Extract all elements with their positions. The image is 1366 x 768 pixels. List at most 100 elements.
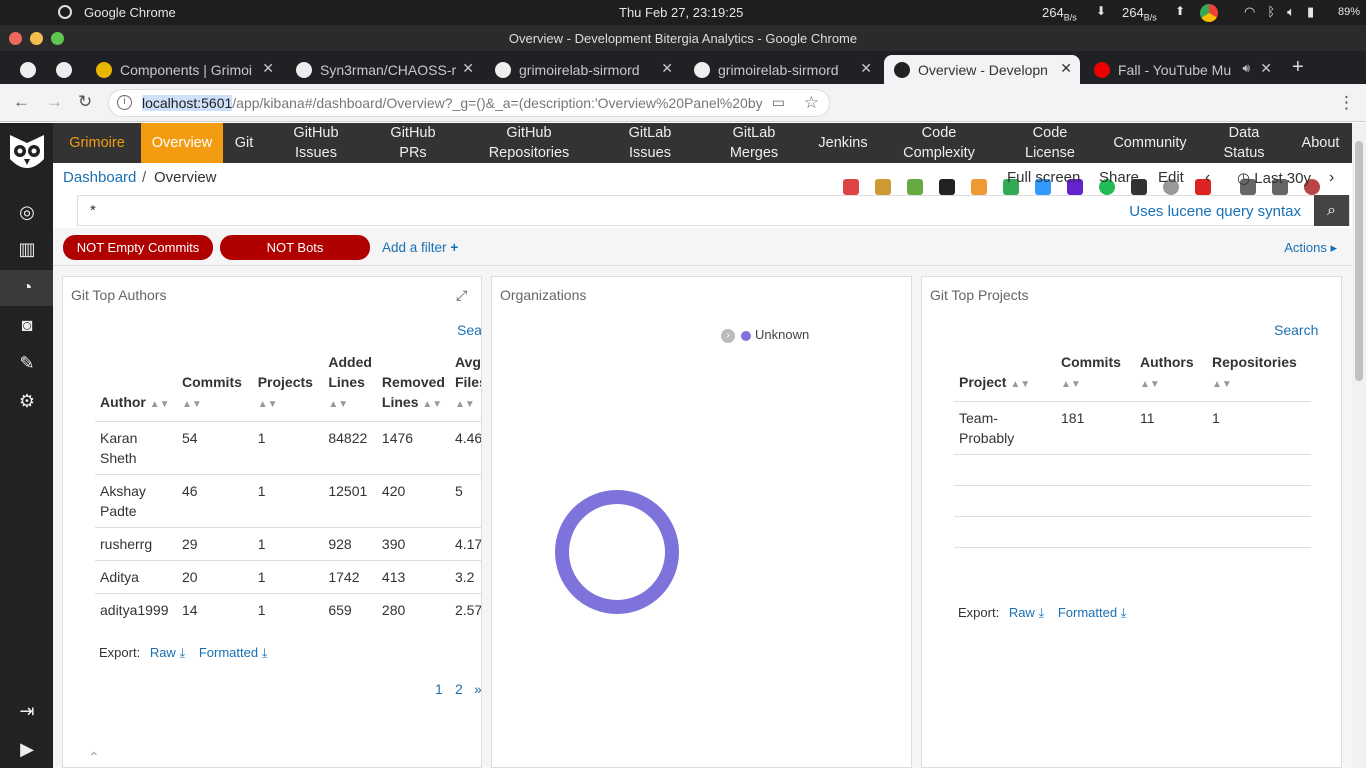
time-back-icon[interactable]: ‹ [1205,169,1210,187]
browser-menu-icon[interactable]: ⋮ [1338,93,1355,113]
menu-item-github-repositories[interactable]: GitHub Repositories [459,123,599,163]
menu-item-overview[interactable]: Overview [141,123,223,163]
export-formatted-link[interactable]: Formatted ⤓ [199,645,268,660]
menu-item-data-status[interactable]: Data Status [1199,123,1289,163]
tab-sirmordred-2[interactable]: grimoirelab-sirmord ✕ [684,55,880,84]
tab-sirmordred-1[interactable]: grimoirelab-sirmord ✕ [485,55,681,84]
export-formatted-link[interactable]: Formatted ⤓ [1058,605,1127,620]
column-header-repositories[interactable]: Repositories ▲▼ [1207,352,1311,402]
table-search-link[interactable]: Search [1274,322,1318,338]
legend-toggle-icon[interactable]: › [721,329,735,343]
column-header-authors[interactable]: Authors ▲▼ [1135,352,1207,402]
search-button[interactable]: ⌕ [1314,195,1349,226]
author-cell[interactable]: aditya1999 [95,594,177,627]
column-header-projects[interactable]: Projects ▲▼ [252,352,324,422]
tab-youtube[interactable]: Fall - YouTube Mu 🔊︎ ✕ [1084,55,1280,84]
close-tab-icon[interactable]: ✕ [1060,60,1072,77]
grimoire-owl-logo[interactable] [6,129,48,179]
dashboard-icon[interactable]: ◔ [17,277,37,297]
menu-item-jenkins[interactable]: Jenkins [807,123,879,163]
column-header-avg-files[interactable]: Avg. Files▲▼ [449,352,481,422]
visualize-icon[interactable]: ▥ [17,239,37,259]
share-button[interactable]: Share [1099,169,1139,186]
tab-syn3rman[interactable]: Syn3rman/CHAOSS-r ✕ [286,55,482,84]
close-tab-icon[interactable]: ✕ [462,60,474,77]
volume-icon[interactable]: 🔈︎ [1287,4,1295,22]
page-2-link[interactable]: 2 [455,681,463,697]
query-input[interactable]: * [90,202,96,219]
filter-pill[interactable]: NOT Empty Commits [63,235,213,260]
author-cell[interactable]: Akshay Padte [95,474,177,528]
scrollbar-thumb[interactable] [1355,141,1363,381]
menu-item-community[interactable]: Community [1101,123,1199,163]
close-tab-icon[interactable]: ✕ [860,60,872,77]
url-text[interactable]: localhost:5601/app/kibana#/dashboard/Ove… [142,95,762,111]
menu-item-git[interactable]: Git [223,123,265,163]
filter-pill[interactable]: NOT Bots [220,235,370,260]
back-icon[interactable]: ← [13,92,30,112]
legend-item-unknown[interactable]: Unknown [755,327,809,342]
column-header-commits[interactable]: Commits ▲▼ [177,352,253,422]
forward-icon[interactable]: → [46,92,63,112]
export-raw-link[interactable]: Raw ⤓ [1009,605,1044,620]
close-tab-icon[interactable]: ✕ [262,60,274,77]
column-header-removed-lines[interactable]: Removed Lines ▲▼ [376,352,450,422]
new-tab-button[interactable]: + [1292,56,1304,79]
expand-icon[interactable]: ⤢ [456,287,467,304]
page-1-link[interactable]: 1 [435,681,443,697]
wifi-icon[interactable]: ◠ [1244,4,1255,22]
address-bar[interactable]: i localhost:5601/app/kibana#/dashboard/O… [108,89,830,117]
menu-brand[interactable]: Grimoire [53,123,141,163]
bluetooth-icon[interactable]: ᛒ [1267,4,1275,22]
bookmark-star-icon[interactable]: ☆ [804,93,819,113]
reload-icon[interactable]: ↻ [78,92,92,112]
active-app-name[interactable]: Google Chrome [84,5,176,20]
lucene-syntax-link[interactable]: Uses lucene query syntax [1129,203,1301,220]
export-raw-link[interactable]: Raw ⤓ [150,645,185,660]
battery-icon[interactable]: ▮ [1307,4,1314,22]
menu-item-code-license[interactable]: Code License [999,123,1101,163]
table-search-link[interactable]: Search [457,322,481,338]
menu-item-code-complexity[interactable]: Code Complexity [879,123,999,163]
add-filter-button[interactable]: Add a filter + [382,240,458,255]
menu-item-github-issues[interactable]: GitHub Issues [265,123,367,163]
project-cell[interactable]: Team-Probably [954,401,1056,455]
column-header-author[interactable]: Author ▲▼ [95,352,177,422]
menu-item-about[interactable]: About [1289,123,1352,163]
organizations-donut-chart[interactable] [552,487,682,617]
collapse-icon[interactable]: ▶ [17,739,37,759]
info-icon[interactable]: i [117,95,132,110]
chrome-icon[interactable] [1200,4,1218,22]
time-forward-icon[interactable]: › [1329,169,1334,187]
close-tab-icon[interactable]: ✕ [1260,60,1272,77]
menu-item-gitlab-merges[interactable]: GitLab Merges [701,123,807,163]
column-header-project[interactable]: Project ▲▼ [954,352,1056,402]
cast-page-icon[interactable]: ▭ [772,94,785,111]
full-screen-button[interactable]: Full screen [1007,169,1080,186]
scroll-up-icon[interactable]: ⌃ [88,749,100,766]
compass-icon[interactable]: ◎ [17,202,37,222]
tab-overview[interactable]: Overview - Developn ✕ [884,55,1080,84]
next-page-link[interactable]: » [474,681,481,697]
logout-icon[interactable]: ⇥ [17,701,37,721]
author-cell[interactable]: Aditya [95,560,177,594]
donut-slice-unknown[interactable] [555,490,679,614]
tab-github-2[interactable] [46,55,82,84]
author-cell[interactable]: Karan Sheth [95,421,177,475]
author-cell[interactable]: rusherrg [95,527,177,561]
timelion-icon[interactable]: ◙ [17,315,37,335]
menu-item-gitlab-issues[interactable]: GitLab Issues [599,123,701,163]
edit-button[interactable]: Edit [1158,169,1184,186]
system-clock[interactable]: Thu Feb 27, 23:19:25 [619,5,743,20]
column-header-commits[interactable]: Commits ▲▼ [1056,352,1135,402]
breadcrumb-dashboard-link[interactable]: Dashboard [63,169,136,186]
time-picker-button[interactable]: ◷ Last 30y [1237,169,1311,187]
tab-github-1[interactable] [10,55,46,84]
menu-item-github-prs[interactable]: GitHub PRs [367,123,459,163]
column-header-added-lines[interactable]: Added Lines ▲▼ [323,352,377,422]
gear-icon[interactable]: ⚙ [17,391,37,411]
filter-actions-button[interactable]: Actions ▸ [1284,240,1337,256]
close-tab-icon[interactable]: ✕ [661,60,673,77]
page-scrollbar[interactable] [1352,123,1366,768]
tab-components[interactable]: Components | Grimoi ✕ [86,55,282,84]
